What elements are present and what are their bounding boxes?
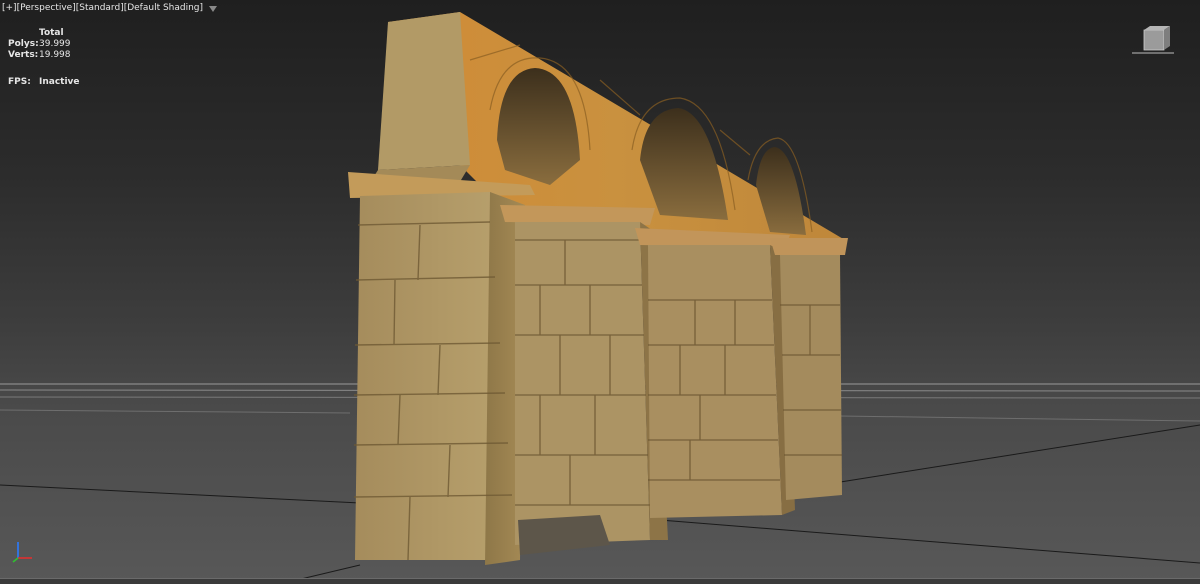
stats-row-verts: Verts: 19.998 (8, 50, 71, 61)
stats-header: Total (39, 28, 64, 38)
fps-value: Inactive (39, 77, 80, 87)
aqueduct-model (348, 12, 848, 565)
viewport-shading-menu[interactable]: [Default Shading] (124, 3, 203, 14)
viewport-render-mode-menu[interactable]: [Standard] (76, 3, 124, 14)
stats-value: 19.998 (39, 50, 71, 60)
viewport-label-menu: [+] [Perspective] [Standard] [Default Sh… (2, 3, 218, 14)
stats-row-polys: Polys: 39.999 (8, 39, 71, 50)
stats-value: 39.999 (39, 39, 71, 49)
filter-icon[interactable] (209, 5, 218, 12)
viewport-plus-menu[interactable]: [+] (2, 3, 17, 14)
viewport-pov-menu[interactable]: [Perspective] (17, 3, 76, 14)
stats-label: Polys: (8, 39, 39, 49)
perspective-viewport[interactable]: [+] [Perspective] [Standard] [Default Sh… (0, 0, 1200, 584)
stats-label: Verts: (8, 50, 39, 60)
viewport-bottom-edge (0, 578, 1200, 584)
viewport-scene (0, 12, 1200, 584)
fps-readout: FPS: Inactive (8, 77, 80, 88)
fps-label: FPS: (8, 77, 31, 87)
viewcube-icon[interactable] (1130, 26, 1176, 56)
viewport-statistics: Total Polys: 39.999 Verts: 19.998 (8, 28, 71, 61)
axis-tripod-icon (12, 542, 32, 563)
